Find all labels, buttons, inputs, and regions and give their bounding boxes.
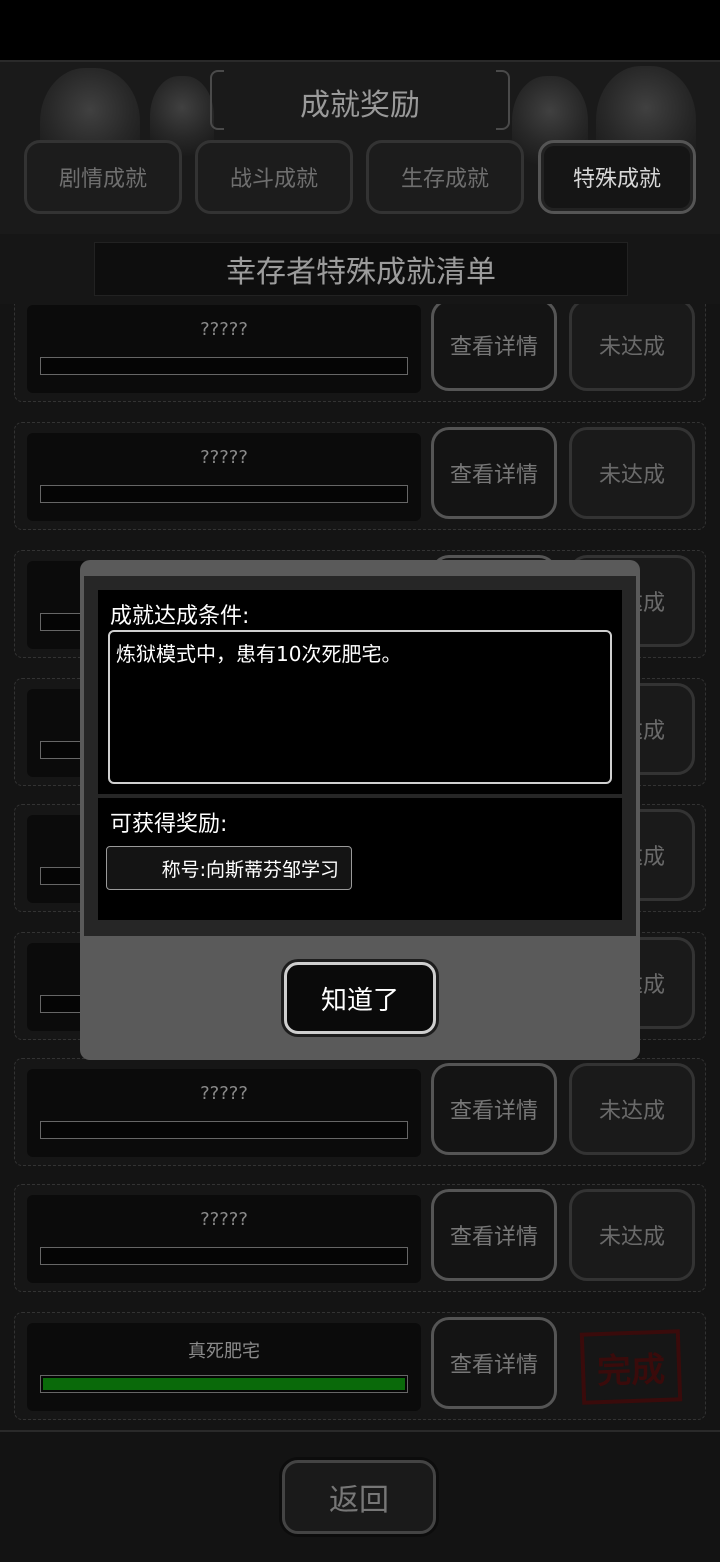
tab-battle[interactable]: 战斗成就: [195, 140, 353, 214]
reward-item: 称号:向斯蒂芬邹学习: [106, 846, 352, 890]
view-details-button[interactable]: 查看详情: [431, 1063, 557, 1155]
condition-text: 炼狱模式中，患有10次死肥宅。: [108, 630, 612, 784]
reward-section: 可获得奖励: 称号:向斯蒂芬邹学习: [98, 798, 622, 920]
condition-section: 成就达成条件: 炼狱模式中，患有10次死肥宅。: [98, 590, 622, 794]
ok-button[interactable]: 知道了: [284, 962, 436, 1034]
achievement-info: ?????: [27, 1195, 421, 1283]
page-title: 成就奖励: [300, 88, 420, 123]
progress-bar: [40, 357, 408, 375]
achievement-row: ????? 查看详情 未达成: [14, 1184, 706, 1292]
achievement-name: ?????: [200, 1083, 248, 1104]
progress-bar: [40, 1375, 408, 1393]
progress-bar: [40, 485, 408, 503]
achievement-name: ?????: [200, 319, 248, 340]
achievement-info: 真死肥宅: [27, 1323, 421, 1411]
status-button[interactable]: 未达成: [569, 1189, 695, 1281]
achievement-info: ?????: [27, 433, 421, 521]
progress-fill: [43, 1378, 405, 1390]
progress-bar: [40, 1247, 408, 1265]
back-button[interactable]: 返回: [282, 1460, 436, 1534]
footer: 返回: [0, 1430, 720, 1562]
progress-bar: [40, 1121, 408, 1139]
achievement-detail-dialog: 成就达成条件: 炼狱模式中，患有10次死肥宅。 可获得奖励: 称号:向斯蒂芬邹学…: [80, 560, 640, 1060]
view-details-button[interactable]: 查看详情: [431, 427, 557, 519]
reward-label: 可获得奖励:: [110, 812, 228, 837]
completed-stamp: 完成: [579, 1329, 683, 1405]
subtitle-bar: 幸存者特殊成就清单: [0, 234, 720, 306]
view-details-button[interactable]: 查看详情: [431, 1189, 557, 1281]
tab-survival[interactable]: 生存成就: [366, 140, 524, 214]
dialog-content: 成就达成条件: 炼狱模式中，患有10次死肥宅。 可获得奖励: 称号:向斯蒂芬邹学…: [84, 576, 636, 936]
achievement-info: ?????: [27, 305, 421, 393]
list-title: 幸存者特殊成就清单: [94, 242, 628, 296]
status-button[interactable]: 未达成: [569, 304, 695, 391]
status-button[interactable]: 未达成: [569, 1063, 695, 1155]
achievement-name: ?????: [200, 447, 248, 468]
header: 成就奖励 剧情成就 战斗成就 生存成就 特殊成就: [0, 60, 720, 234]
achievement-row: ????? 查看详情 未达成: [14, 304, 706, 402]
achievement-row: ????? 查看详情 未达成: [14, 422, 706, 530]
condition-label: 成就达成条件:: [110, 604, 250, 629]
achievement-name: 真死肥宅: [188, 1341, 260, 1362]
achievement-info: ?????: [27, 1069, 421, 1157]
achievement-name: ?????: [200, 1209, 248, 1230]
view-details-button[interactable]: 查看详情: [431, 304, 557, 391]
view-details-button[interactable]: 查看详情: [431, 1317, 557, 1409]
achievement-row: ????? 查看详情 未达成: [14, 1058, 706, 1166]
achievement-row: 真死肥宅 查看详情 完成: [14, 1312, 706, 1420]
status-button[interactable]: 未达成: [569, 427, 695, 519]
tab-story[interactable]: 剧情成就: [24, 140, 182, 214]
tab-special[interactable]: 特殊成就: [538, 140, 696, 214]
